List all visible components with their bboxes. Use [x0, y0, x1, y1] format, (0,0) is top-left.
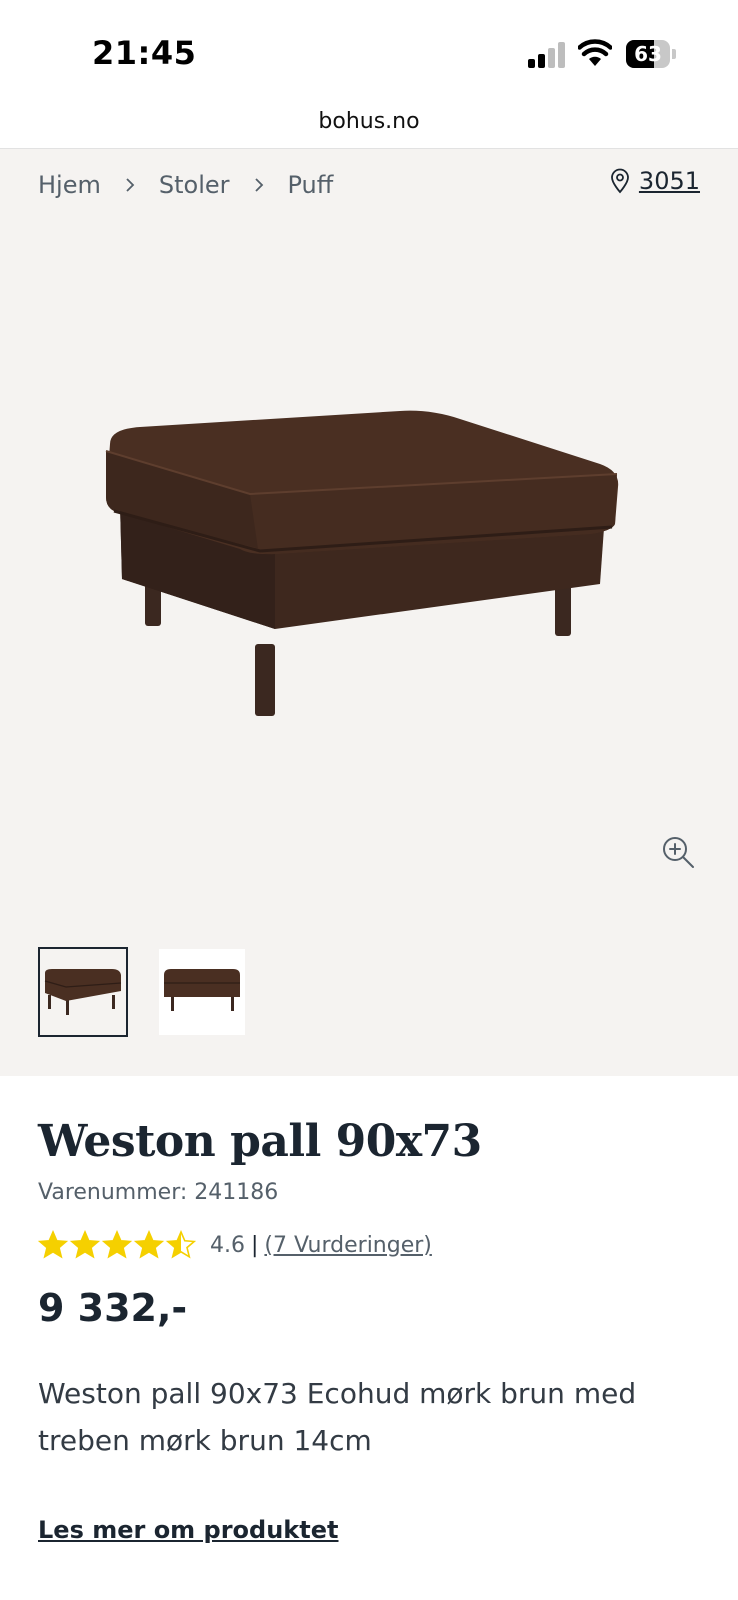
- product-sku: Varenummer: 241186: [38, 1180, 279, 1205]
- status-time: 21:45: [92, 34, 197, 72]
- breadcrumb: Hjem Stoler Puff: [38, 167, 333, 203]
- cellular-signal-icon: [528, 42, 565, 68]
- read-more-link[interactable]: Les mer om produktet: [38, 1516, 339, 1544]
- zoom-in-icon[interactable]: [660, 834, 696, 870]
- store-code-link[interactable]: 3051: [639, 167, 700, 195]
- reviews-link[interactable]: (7 Vurderinger): [264, 1233, 431, 1258]
- product-description: Weston pall 90x73 Ecohud mørk brun med t…: [38, 1377, 637, 1457]
- star-icon: [102, 1230, 132, 1259]
- wifi-icon: [578, 39, 612, 66]
- battery-icon: 63: [626, 40, 676, 68]
- product-title: Weston pall 90x73: [38, 1116, 482, 1167]
- store-selector[interactable]: 3051: [609, 167, 700, 195]
- status-bar: 21:45 63: [0, 0, 738, 100]
- gallery-thumbnail-2[interactable]: [159, 949, 245, 1035]
- star-icon: [70, 1230, 100, 1259]
- chevron-right-icon: [244, 175, 274, 195]
- rating-value: 4.6: [210, 1232, 245, 1258]
- browser-url-bar[interactable]: bohus.no: [0, 100, 738, 149]
- breadcrumb-item-pouf[interactable]: Puff: [288, 171, 334, 199]
- star-icon: [166, 1230, 196, 1259]
- battery-level: 63: [634, 42, 662, 66]
- breadcrumb-item-home[interactable]: Hjem: [38, 171, 101, 199]
- product-rating: 4.6 | (7 Vurderinger): [38, 1230, 432, 1260]
- product-image[interactable]: [100, 399, 640, 729]
- star-icon: [134, 1230, 164, 1259]
- chevron-right-icon: [115, 175, 145, 195]
- rating-separator: |: [251, 1232, 259, 1258]
- product-price: 9 332,-: [38, 1286, 188, 1330]
- location-pin-icon: [611, 168, 629, 194]
- breadcrumb-item-chairs[interactable]: Stoler: [159, 171, 230, 199]
- rating-stars: [38, 1230, 196, 1260]
- star-icon: [38, 1230, 68, 1259]
- product-gallery: Hjem Stoler Puff 3051: [0, 149, 738, 1076]
- gallery-thumbnail-1[interactable]: [38, 947, 128, 1037]
